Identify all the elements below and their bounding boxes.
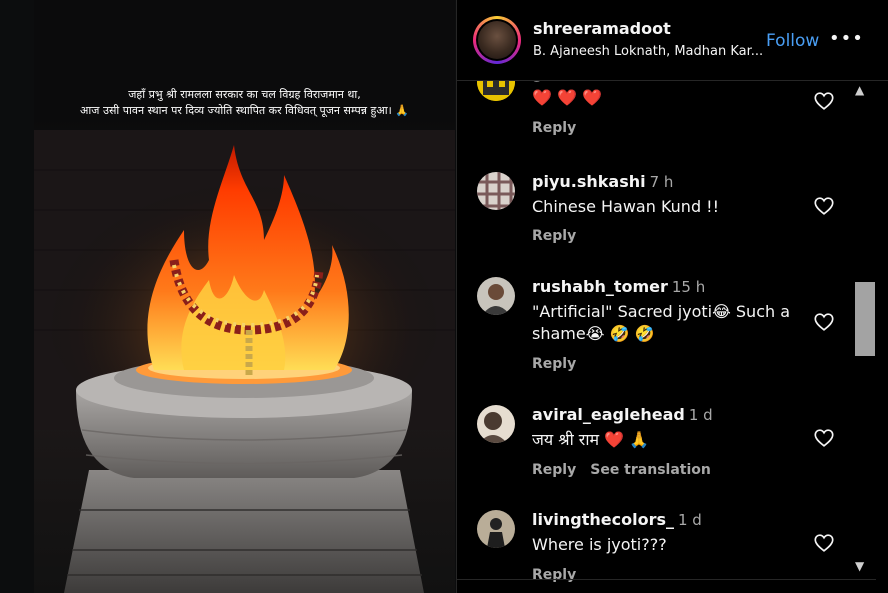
caption-line-2: आज उसी पावन स्थान पर दिव्य ज्योति स्थापि… [80,104,409,117]
reply-button[interactable]: Reply [532,228,576,244]
heart-icon[interactable] [813,195,835,217]
caption-line-1: जहाँ प्रभु श्री रामलला सरकार का चल विग्र… [128,88,361,101]
dark-figure-icon [477,510,515,548]
comment-time: 7 h [649,173,674,191]
avatar[interactable] [473,16,521,64]
heart-icon[interactable] [813,311,835,333]
comment-actions: Reply [532,567,590,583]
comments-panel: shreeramadoot B. Ajaneesh Loknath, Madha… [456,0,888,593]
comment-username[interactable]: piyu.shkashi 7 h [532,172,673,191]
reply-button[interactable]: Reply [532,567,576,583]
reply-button[interactable]: Reply [532,120,576,136]
comment-actions: Reply [532,120,590,136]
comment-username[interactable]: rushabh_tomer 15 h [532,277,705,296]
comment-actions: Reply [532,356,590,372]
see-translation-button[interactable]: See translation [590,462,711,478]
man-portrait-icon [477,277,515,315]
scrollbar-thumb[interactable] [855,282,875,356]
comment-avatar[interactable] [477,277,515,315]
comment-time: 15 h [671,278,706,296]
comment-avatar[interactable] [477,510,515,548]
comment-text: जय श्री राम ❤️ 🙏 [532,430,650,449]
post-header: shreeramadoot B. Ajaneesh Loknath, Madha… [457,0,888,81]
comment-text: ❤️ ❤️ ❤️ [532,88,602,107]
comment-actions: Reply See translation [532,462,725,478]
post-username[interactable]: shreeramadoot [533,19,671,38]
comment-avatar[interactable] [477,405,515,443]
comment-time: 1 d [677,511,702,529]
more-options-icon[interactable]: ••• [829,28,864,49]
comment-avatar[interactable] [477,81,515,101]
reply-button[interactable]: Reply [532,462,576,478]
reply-button[interactable]: Reply [532,356,576,372]
yellow-building-icon [477,81,515,101]
comment-time: 1 d [688,406,713,424]
avatar-photo [478,21,516,59]
left-gutter [0,0,34,593]
comment-username[interactable]: gautamtiwari7759 h [532,81,714,82]
comment-list[interactable]: gautamtiwari7759 h ❤️ ❤️ ❤️ Reply piyu.s… [457,81,888,593]
beige-portrait-icon [477,405,515,443]
divider [456,579,876,580]
heart-icon[interactable] [813,532,835,554]
chevron-down-icon[interactable]: ▼ [855,559,864,573]
heart-icon[interactable] [813,427,835,449]
plaid-shirt-icon [477,172,515,210]
comment-time: 9 h [690,81,714,82]
comment-avatar[interactable] [477,172,515,210]
comment-text: "Artificial" Sacred jyoti😂 Such a shame😭… [532,302,791,343]
comment-username[interactable]: aviral_eaglehead 1 d [532,405,713,424]
comment-username[interactable]: livingthecolors_ 1 d [532,510,702,529]
post-media[interactable]: जहाँ प्रभु श्री रामलला सरकार का चल विग्र… [34,0,455,593]
comment-text: Where is jyoti??? [532,535,667,554]
media-caption: जहाँ प्रभु श्री रामलला सरकार का चल विग्र… [34,87,455,119]
comment-text: Chinese Hawan Kund !! [532,197,720,216]
follow-button[interactable]: Follow [766,31,819,51]
heart-icon[interactable] [813,90,835,112]
chevron-up-icon[interactable]: ▲ [855,83,864,97]
audio-subtitle[interactable]: B. Ajaneesh Loknath, Madhan Kar... [533,44,763,59]
comment-actions: Reply [532,228,590,244]
